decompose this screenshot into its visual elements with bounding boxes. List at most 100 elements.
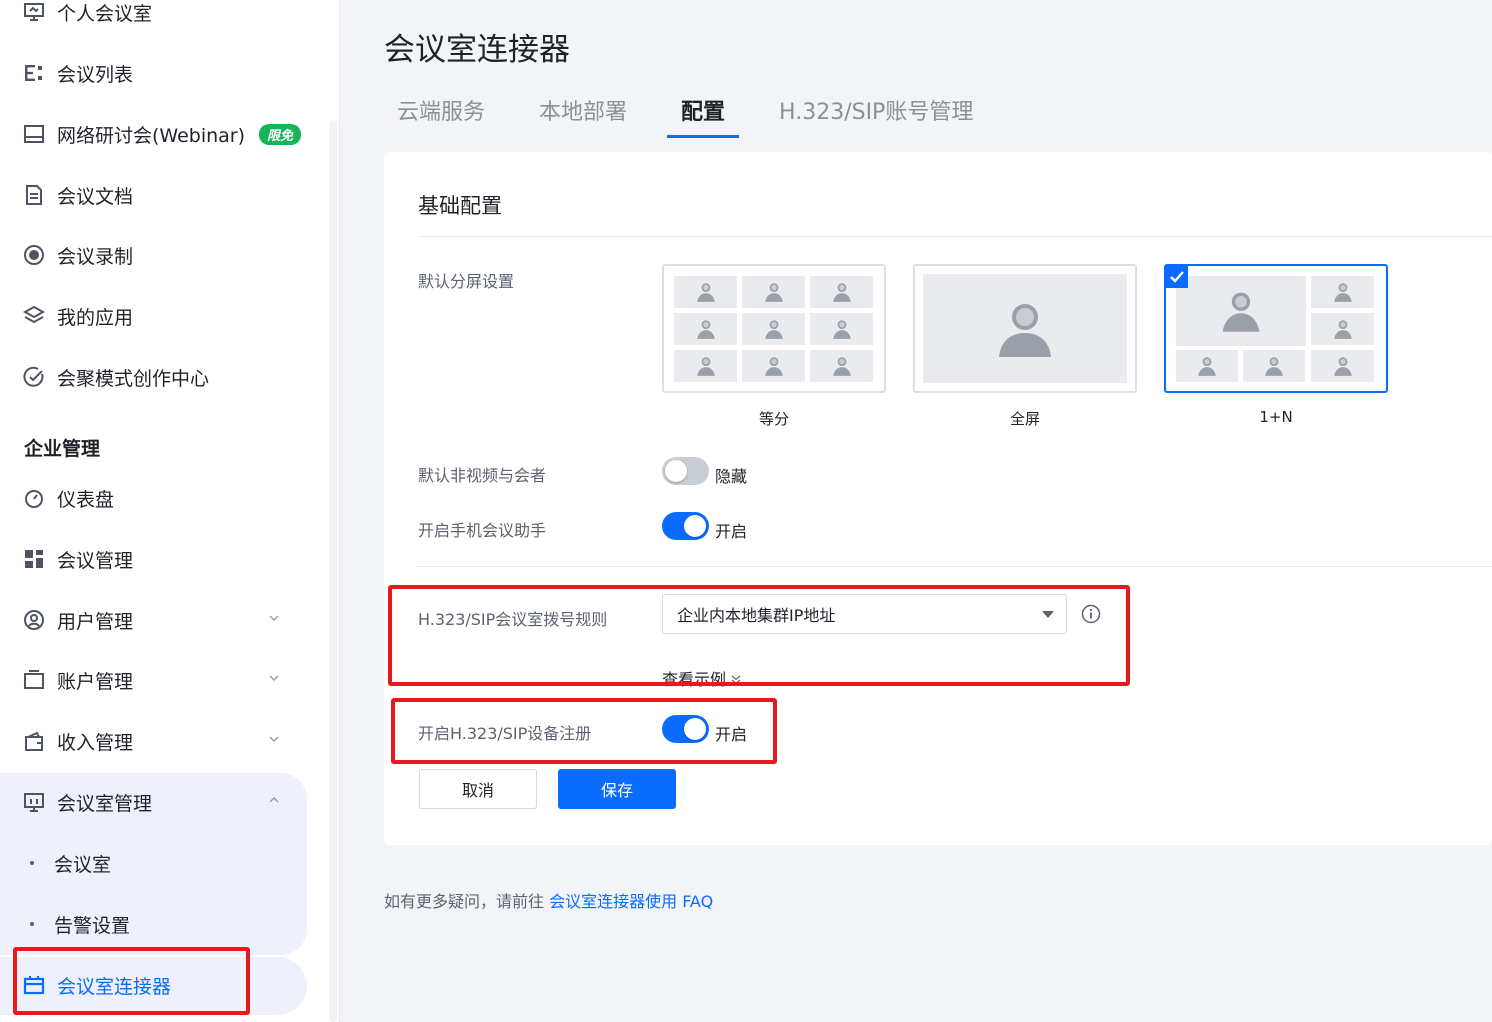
view-example-text: 查看示例 [662,670,727,689]
view-example-link[interactable]: 查看示例 [662,666,741,690]
non-video-toggle[interactable] [662,457,709,485]
layout-tile [810,313,873,345]
sidebar-item-creation-center[interactable]: 会聚模式创作中心 [22,357,209,397]
sidebar: 个人会议室 会议列表 网络研讨会(Webinar) 限免 会议文档 会议录制 我… [0,0,340,1022]
layout-option-fullscreen[interactable] [913,264,1137,393]
avatar-icon [1265,357,1283,376]
tab-bar: 云端服务 本地部署 配置 H.323/SIP账号管理 [384,94,973,138]
sidebar-item-recording[interactable]: 会议录制 [22,235,133,275]
account-icon [22,668,46,692]
sidebar-item-label: 用户管理 [57,610,134,633]
layout-tile [923,274,1127,383]
avatar-icon [832,283,851,302]
divider [418,236,1492,237]
sidebar-item-label: 我的应用 [57,306,134,329]
dial-rule-select[interactable]: 企业内本地集群IP地址 [662,594,1067,634]
sidebar-item-label: 会议列表 [57,63,134,86]
toggle-knob [684,515,706,537]
record-icon [22,243,46,267]
tab-cloud-service[interactable]: 云端服务 [397,94,485,138]
avatar-icon [764,320,783,339]
tab-local-deploy[interactable]: 本地部署 [539,94,627,138]
sidebar-item-room-manage[interactable]: 会议室管理 [22,782,292,822]
layout-caption-fullscreen: 全屏 [1009,410,1040,428]
bullet-dot [30,861,34,865]
dial-rule-value: 企业内本地集群IP地址 [677,606,836,625]
cancel-button[interactable]: 取消 [419,769,537,809]
caret-down-icon [1042,611,1054,618]
sidebar-item-dashboard[interactable]: 仪表盘 [22,478,114,518]
sidebar-item-label: 会议室连接器 [57,975,172,998]
toggle-knob [684,718,706,740]
sidebar-item-my-apps[interactable]: 我的应用 [22,296,133,336]
faq-link[interactable]: 会议室连接器使用 FAQ [549,892,713,911]
tab-sip-accounts[interactable]: H.323/SIP账号管理 [779,94,973,138]
bullet-dot [30,922,34,926]
register-label: 开启H.323/SIP设备注册 [418,724,592,743]
layout-tile [674,350,737,382]
layout-tile [674,313,737,345]
sidebar-item-label: 收入管理 [57,731,134,754]
sidebar-item-label: 会聚模式创作中心 [57,367,210,390]
layout-tile [1311,276,1374,308]
meeting-room-icon [22,0,46,24]
free-badge: 限免 [259,123,302,145]
layout-option-equal[interactable] [662,264,886,393]
sidebar-scrollbar[interactable] [329,120,337,1022]
tab-config[interactable]: 配置 [667,94,740,138]
connector-icon [22,973,46,997]
non-video-toggle-text: 隐藏 [715,467,748,486]
sidebar-item-label: 会议录制 [57,245,134,268]
sidebar-subitem-room[interactable]: 会议室 [30,843,111,883]
sidebar-item-documents[interactable]: 会议文档 [22,175,133,215]
avatar-icon [696,320,715,339]
avatar-icon [764,357,783,376]
chevron-down-icon[interactable] [268,612,280,624]
check-icon [1166,266,1188,288]
sidebar-item-label: 个人会议室 [57,2,153,25]
layout-caption-equal: 等分 [758,410,789,428]
sidebar-item-webinar[interactable]: 网络研讨会(Webinar) 限免 [22,114,302,154]
layout-tile [1176,350,1238,382]
apps-icon [22,304,46,328]
sidebar-item-account-manage[interactable]: 账户管理 [22,660,292,700]
layout-tile [810,276,873,308]
section-title-enterprise: 企业管理 [24,438,101,460]
avatar-icon [999,303,1051,357]
sidebar-item-meeting-manage[interactable]: 会议管理 [22,539,133,579]
sidebar-item-personal-room[interactable]: 个人会议室 [22,0,152,32]
avatar-icon [764,283,783,302]
layout-tile [742,350,805,382]
avatar-icon [696,357,715,376]
assistant-toggle[interactable] [662,512,709,540]
avatar-icon [832,357,851,376]
layout-caption-one-plus-n: 1+N [1259,408,1293,426]
sidebar-item-label: 账户管理 [57,670,134,693]
layout-tile [1176,276,1306,346]
layout-tile [742,276,805,308]
assistant-label: 开启手机会议助手 [418,521,547,540]
wallet-icon [22,729,46,753]
sidebar-item-label: 会议室管理 [57,792,153,815]
sidebar-item-room-connector[interactable]: 会议室连接器 [22,965,171,1005]
layout-tile [810,350,873,382]
sidebar-item-revenue-manage[interactable]: 收入管理 [22,721,292,761]
chevron-up-icon[interactable] [268,794,280,806]
dial-rule-label: H.323/SIP会议室拨号规则 [418,610,608,629]
layout-tile [742,313,805,345]
list-icon [22,61,46,85]
save-button[interactable]: 保存 [558,769,676,809]
layout-option-one-plus-n[interactable] [1164,264,1388,393]
sidebar-item-meeting-list[interactable]: 会议列表 [22,53,133,93]
avatar-icon [1333,320,1352,339]
info-icon[interactable] [1081,604,1101,624]
chevron-down-icon[interactable] [268,672,280,684]
register-toggle[interactable] [662,715,709,743]
layout-tile [674,276,737,308]
user-icon [22,608,46,632]
sidebar-subitem-alert-settings[interactable]: 告警设置 [30,904,130,944]
chevron-down-icon[interactable] [268,733,280,745]
webinar-icon [22,122,46,146]
sidebar-item-user-manage[interactable]: 用户管理 [22,600,292,640]
grid-icon [22,547,46,571]
